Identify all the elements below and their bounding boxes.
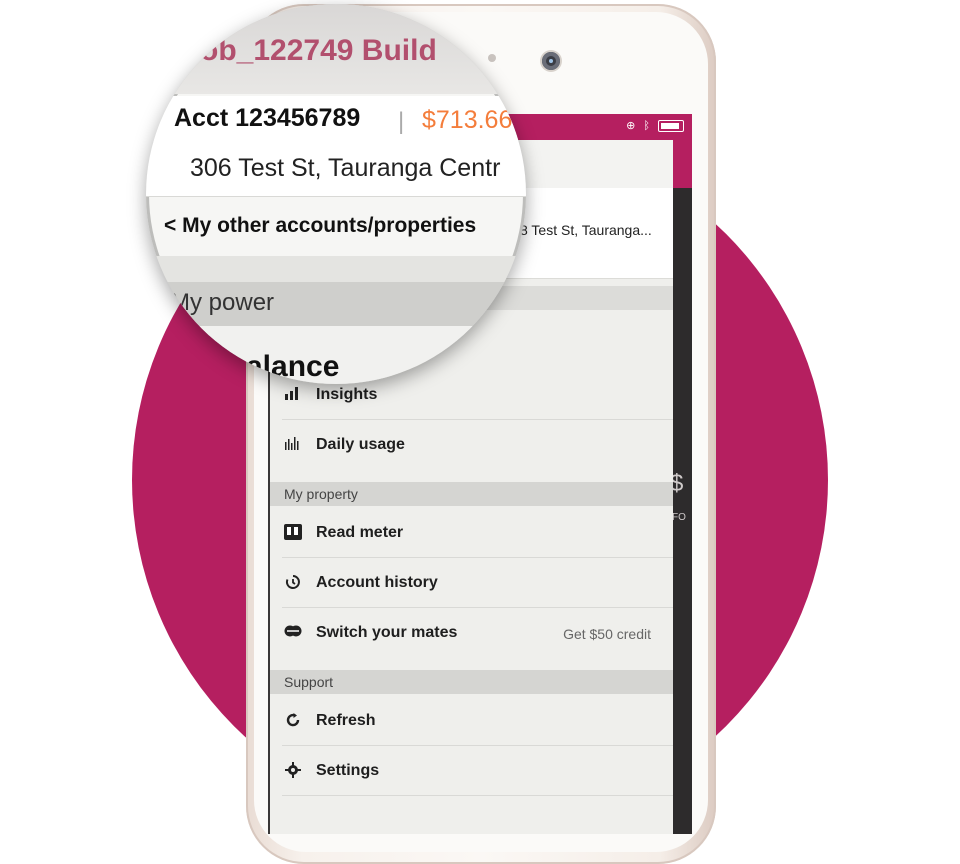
refresh-icon [284, 712, 302, 730]
menu-item-refresh[interactable]: Refresh [270, 696, 673, 746]
other-accounts-link[interactable]: < My other accounts/properties [164, 214, 476, 238]
menu-item-label: Insights [316, 386, 378, 403]
magnifier-lens: ob_122749 Build Acct 123456789 | $713.66… [146, 4, 526, 384]
menu-item-account-history[interactable]: Account history [270, 558, 673, 608]
section-my-property: My property [270, 482, 673, 506]
daily-usage-icon [284, 436, 302, 454]
menu-item-label: Settings [316, 762, 380, 779]
menu-item-label: Account history [316, 574, 438, 591]
bluetooth-icon: ᛒ [643, 119, 652, 132]
status-icons: ⊕ ᛒ [626, 119, 684, 132]
drawer-address: 8 Test St, Tauranga... [520, 222, 652, 238]
credit-offer: Get $50 credit [563, 626, 651, 642]
switch-icon [284, 624, 302, 642]
account-balance: $713.66 [422, 106, 513, 134]
lock-rotation-icon: ⊕ [626, 120, 638, 132]
account-separator: | [398, 108, 405, 135]
menu-item-read-meter[interactable]: Read meter [270, 508, 673, 558]
menu-item-label: Switch your mates [316, 624, 458, 641]
section-support: Support [270, 670, 673, 694]
account-number: Acct 123456789 [174, 104, 361, 132]
menu-item-switch-your-mates[interactable]: Switch your mates Get $50 credit [270, 608, 673, 658]
meter-icon [284, 524, 302, 542]
balance-heading: alance [246, 350, 340, 383]
magnified-title: ob_122749 Build [200, 34, 437, 67]
settings-icon [284, 762, 302, 780]
underlying-content [670, 188, 692, 834]
bar-chart-icon [284, 386, 302, 404]
menu-item-daily-usage[interactable]: Daily usage [270, 420, 673, 470]
history-icon [284, 574, 302, 592]
menu-item-label: Read meter [316, 524, 404, 541]
underlying-text: FO [672, 512, 686, 523]
menu-item-label: Daily usage [316, 436, 405, 453]
camera-lens [549, 59, 553, 63]
battery-icon [658, 119, 684, 132]
divider [146, 196, 526, 197]
menu-item-settings[interactable]: Settings [270, 746, 673, 796]
magnified-gap [146, 256, 526, 282]
account-address: 306 Test St, Tauranga Centr [190, 154, 501, 182]
section-label: My power [170, 289, 275, 316]
menu-item-label: Refresh [316, 712, 376, 729]
